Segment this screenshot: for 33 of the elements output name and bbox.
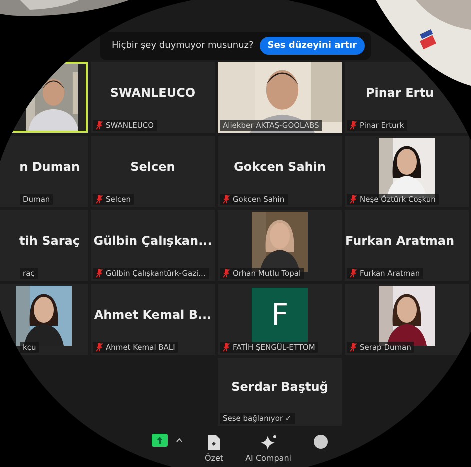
participant-name: tih Saraç xyxy=(20,234,80,248)
muted-mic-icon xyxy=(96,121,103,130)
participant-name: Pinar Ertu xyxy=(366,86,434,100)
summary-button[interactable]: Özet xyxy=(205,434,224,463)
participant-name: Selcen xyxy=(130,160,176,174)
muted-mic-icon xyxy=(350,343,357,352)
muted-mic-icon xyxy=(223,195,230,204)
share-button[interactable] xyxy=(152,434,168,447)
muted-mic-icon xyxy=(350,121,357,130)
muted-mic-icon xyxy=(223,269,230,278)
caret-icon[interactable] xyxy=(176,438,183,443)
participant-name: Ahmet Kemal B... xyxy=(94,308,212,322)
ai-companion-button[interactable]: AI Compani xyxy=(246,434,292,463)
sparkle-icon xyxy=(260,434,278,451)
document-icon xyxy=(207,434,222,451)
muted-mic-icon xyxy=(96,343,103,352)
muted-mic-icon xyxy=(350,269,357,278)
muted-mic-icon xyxy=(96,195,103,204)
muted-mic-icon xyxy=(350,195,357,204)
banner-text: Hiçbir şey duymuyor musunuz? xyxy=(112,41,254,51)
round-icon xyxy=(313,434,330,450)
volume-button[interactable]: Ses düzeyini artır xyxy=(260,37,365,55)
muted-mic-icon xyxy=(96,269,103,278)
participant-name: Furkan Aratman xyxy=(345,234,455,248)
participant-name: Serdar Baştuğ xyxy=(232,380,328,394)
avatar-initial: F xyxy=(252,288,308,344)
muted-mic-icon xyxy=(223,343,230,352)
participant-name: SWANLEUCO xyxy=(110,86,196,100)
participant-name: n Duman xyxy=(20,160,80,174)
participant-name: Gokcen Sahin xyxy=(234,160,326,174)
upload-arrow-icon xyxy=(156,436,164,445)
toolbar-button[interactable] xyxy=(313,434,330,450)
participant-name: Gülbin Çalışkan... xyxy=(94,234,212,248)
